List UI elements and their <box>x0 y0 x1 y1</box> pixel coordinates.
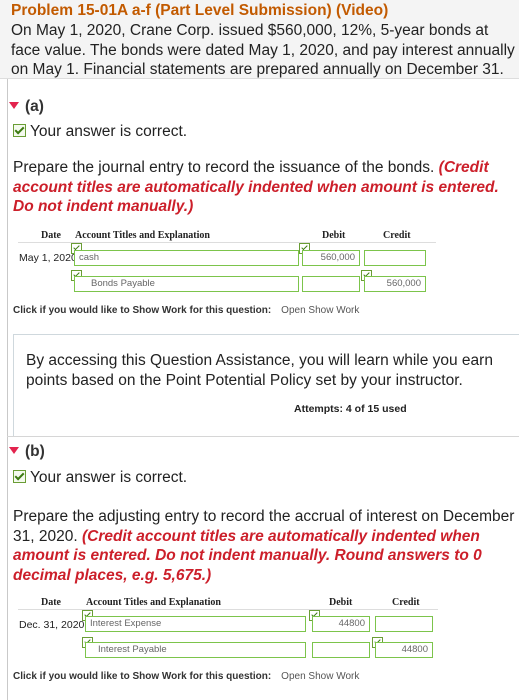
credit-input[interactable]: 44800 <box>375 642 433 658</box>
part-b-instr-red-4: decimal places, e.g. 5,675.) <box>13 566 212 584</box>
part-b-toggle[interactable]: (b) <box>9 443 45 461</box>
part-a-instr-plain: Prepare the journal entry to record the … <box>13 159 435 176</box>
section-divider <box>7 436 519 437</box>
problem-title: Problem 15-01A a-f (Part Level Submissio… <box>11 2 389 19</box>
debit-input[interactable]: 560,000 <box>302 250 360 266</box>
credit-input[interactable] <box>375 616 433 632</box>
entry-date: Dec. 31, 2020 <box>19 619 85 631</box>
debit-input[interactable]: 44800 <box>312 616 370 632</box>
part-b-label: (b) <box>25 443 45 460</box>
check-icon <box>13 470 26 483</box>
col-header-debit: Debit <box>322 230 346 241</box>
assistance-line: points based on the Point Potential Poli… <box>26 371 463 389</box>
part-b-instructions: Prepare the adjusting entry to record th… <box>13 507 519 585</box>
show-work-label: Click if you would like to Show Work for… <box>13 305 272 316</box>
col-header-credit: Credit <box>383 230 411 241</box>
part-a-status-text: Your answer is correct. <box>30 123 188 140</box>
account-title-input[interactable]: Interest Payable <box>85 642 306 658</box>
assistance-text: By accessing this Question Assistance, y… <box>26 351 493 390</box>
part-b-status: Your answer is correct. <box>13 469 187 487</box>
part-b-instr-line-1: Prepare the adjusting entry to record th… <box>13 508 515 525</box>
part-a-toggle[interactable]: (a) <box>9 98 44 116</box>
problem-statement: On May 1, 2020, Crane Corp. issued $560,… <box>11 21 519 80</box>
open-show-work-link[interactable]: Open Show Work <box>281 305 359 316</box>
part-b-instr-red-3: amount is entered. Do not indent manuall… <box>13 547 482 564</box>
entry-date: May 1, 2020 <box>19 252 77 264</box>
credit-input[interactable]: 560,000 <box>364 276 426 292</box>
problem-header: Problem 15-01A a-f (Part Level Submissio… <box>0 0 519 79</box>
part-b-instr-red-2: (Credit account titles are automatically… <box>81 527 480 545</box>
part-a-label: (a) <box>25 98 44 115</box>
part-b-instr-plain-2: 31, 2020. <box>13 527 78 545</box>
col-header-date: Date <box>41 597 61 608</box>
problem-line: face value. The bonds were dated May 1, … <box>11 41 515 59</box>
open-show-work-link[interactable]: Open Show Work <box>281 671 359 682</box>
debit-input[interactable] <box>302 276 360 292</box>
attempts-counter: Attempts: 4 of 15 used <box>294 403 407 415</box>
part-a-instr-red-3: Do not indent manually.) <box>13 198 194 215</box>
account-title-input[interactable]: cash <box>74 250 299 266</box>
col-header-account: Account Titles and Explanation <box>75 230 210 241</box>
credit-input[interactable] <box>364 250 426 266</box>
part-b-status-text: Your answer is correct. <box>30 469 188 486</box>
account-title-input[interactable]: Interest Expense <box>85 616 306 632</box>
col-header-debit: Debit <box>329 597 353 608</box>
check-icon <box>13 124 26 137</box>
part-a-instr-red-2: account titles are automatically indente… <box>13 178 499 196</box>
show-work-row: Click if you would like to Show Work for… <box>13 671 359 682</box>
problem-line: on May 1. Financial statements are prepa… <box>11 61 504 78</box>
problem-line: On May 1, 2020, Crane Corp. issued $560,… <box>11 22 489 39</box>
part-a-instr-red-1: (Credit <box>438 159 489 176</box>
collapse-triangle-icon <box>9 447 19 455</box>
show-work-label: Click if you would like to Show Work for… <box>13 671 272 682</box>
account-title-input[interactable]: Bonds Payable <box>74 276 299 292</box>
assistance-line: By accessing this Question Assistance, y… <box>26 352 493 369</box>
collapse-triangle-icon <box>9 102 19 110</box>
part-a-instructions: Prepare the journal entry to record the … <box>13 158 519 217</box>
debit-input[interactable] <box>312 642 370 658</box>
col-header-date: Date <box>41 230 61 241</box>
part-a-status: Your answer is correct. <box>13 123 187 141</box>
show-work-row: Click if you would like to Show Work for… <box>13 305 359 316</box>
table-divider <box>18 609 438 610</box>
question-assistance-panel: By accessing this Question Assistance, y… <box>13 334 519 437</box>
col-header-credit: Credit <box>392 597 420 608</box>
col-header-account: Account Titles and Explanation <box>86 597 221 608</box>
